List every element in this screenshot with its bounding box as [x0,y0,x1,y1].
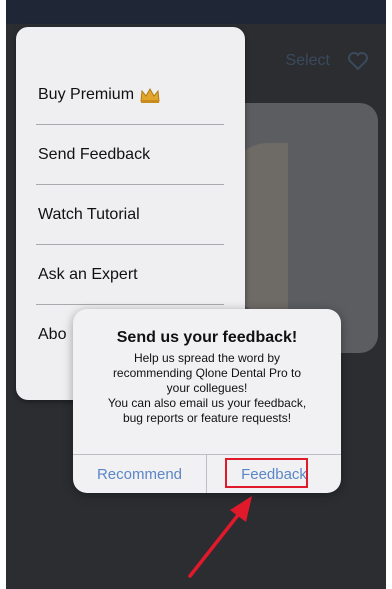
menu-item-send-feedback[interactable]: Send Feedback [38,125,224,185]
menu-item-label: Watch Tutorial [38,206,140,223]
arrow-icon [188,496,252,578]
select-button[interactable]: Select [286,52,330,70]
alert-message-line: recommending Qlone Dental Pro to [112,366,302,380]
alert-message-line: your collegues! [166,381,248,395]
menu-item-label: Ask an Expert [38,266,138,283]
menu-item-label: Send Feedback [38,146,151,163]
menu-item-label: Abo [38,326,67,343]
alert-title: Send us your feedback! [116,329,298,346]
heart-icon[interactable] [346,49,370,73]
menu-item-buy-premium[interactable]: Buy Premium [38,65,224,125]
crown-icon [140,87,160,103]
alert-message-line: You can also email us your feedback, [107,396,307,410]
alert-message-line: Help us spread the word by [133,351,281,365]
menu-item-label: Buy Premium [38,86,135,103]
alert-message: Help us spread the word by recommending … [87,351,327,426]
menu-item-watch-tutorial[interactable]: Watch Tutorial [38,185,224,245]
menu-item-ask-an-expert[interactable]: Ask an Expert [38,245,224,305]
alert-message-line: bug reports or feature requests! [122,411,292,425]
status-bar [6,0,386,24]
